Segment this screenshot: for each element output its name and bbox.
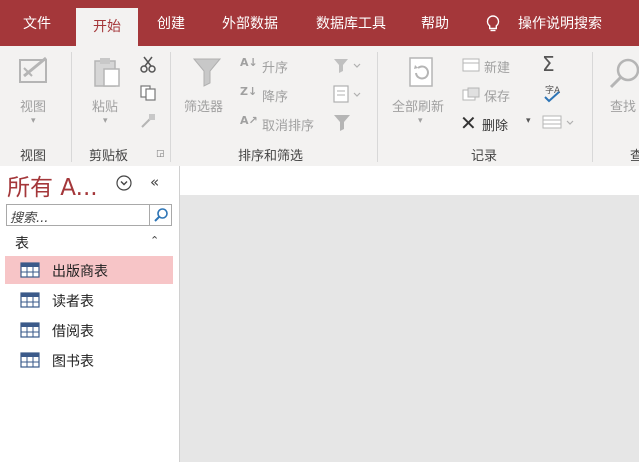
sort-descending-label: 降序 — [262, 90, 289, 105]
group-separator — [592, 52, 593, 162]
advanced-filter-icon[interactable] — [332, 84, 362, 104]
tab-database-tools[interactable]: 数据库工具 — [305, 0, 397, 46]
clipboard-launcher-icon[interactable]: ◲ — [156, 149, 165, 159]
view-label: 视图 — [20, 100, 47, 115]
selection-filter-icon[interactable] — [332, 56, 362, 74]
search-icon — [154, 208, 168, 222]
table-icon — [20, 292, 40, 308]
tab-file[interactable]: 文件 — [8, 0, 66, 46]
find-button[interactable]: 查找 — [604, 52, 639, 138]
refresh-icon — [409, 57, 433, 87]
tell-me-label: 操作说明搜索 — [518, 16, 602, 32]
nav-item-label: 出版商表 — [52, 264, 108, 280]
group-label-view: 视图 — [20, 149, 47, 164]
sort-descending-button[interactable]: Z↓ 降序 — [240, 85, 320, 105]
filter-button[interactable]: 筛选器 — [182, 52, 234, 138]
ribbon-tab-bar: 文件 开始 创建 外部数据 数据库工具 帮助 操作说明搜索 — [0, 0, 639, 46]
cut-icon[interactable] — [139, 56, 157, 74]
refresh-dropdown-icon: ▾ — [418, 116, 423, 126]
find-icon — [609, 58, 639, 89]
navigation-pane: 所有 A... « 搜索... 表 ⌃ 出版商表 读者表 借阅表 图书表 — [0, 166, 180, 462]
group-label-records: 记录 — [471, 149, 498, 164]
nav-item-label: 图书表 — [52, 354, 94, 370]
table-icon — [20, 322, 40, 338]
nav-item-borrow-table[interactable]: 借阅表 — [5, 316, 173, 344]
more-records-icon[interactable] — [542, 114, 576, 130]
delete-record-label: 删除 — [482, 119, 509, 134]
delete-dropdown-icon: ▾ — [526, 116, 531, 126]
totals-icon[interactable]: Σ — [542, 52, 555, 76]
group-label-clipboard: 剪贴板 — [89, 149, 129, 164]
collapse-category-icon[interactable]: ⌃ — [150, 234, 159, 247]
save-icon — [462, 87, 480, 101]
paste-icon — [94, 58, 120, 87]
nav-category-header[interactable]: 表 — [15, 233, 29, 253]
paste-label: 粘贴 — [92, 100, 119, 115]
sort-descending-icon: Z↓ — [240, 85, 258, 98]
nav-search-box[interactable]: 搜索... — [6, 204, 172, 226]
new-record-button[interactable]: 新建 — [462, 56, 522, 76]
nav-item-publisher-table[interactable]: 出版商表 — [5, 256, 173, 284]
table-icon — [20, 262, 40, 278]
paste-button[interactable]: 粘贴 ▾ — [84, 52, 130, 138]
refresh-all-label: 全部刷新 — [392, 100, 445, 115]
tab-home[interactable]: 开始 — [76, 8, 138, 46]
save-record-label: 保存 — [484, 90, 511, 105]
nav-search-button[interactable] — [149, 205, 171, 225]
table-icon — [20, 352, 40, 368]
delete-record-button[interactable]: ✕ 删除 ▾ — [460, 111, 538, 135]
copy-icon[interactable] — [139, 84, 157, 102]
document-tab-strip — [180, 166, 639, 195]
nav-item-label: 读者表 — [52, 294, 94, 310]
new-record-label: 新建 — [484, 61, 511, 76]
filter-label: 筛选器 — [184, 100, 224, 115]
group-label-sort-filter: 排序和筛选 — [238, 149, 304, 164]
view-icon — [19, 56, 47, 83]
lightbulb-icon — [486, 15, 500, 32]
tell-me-search[interactable]: 操作说明搜索 — [480, 0, 630, 46]
nav-search-input[interactable]: 搜索... — [10, 207, 48, 226]
toggle-filter-icon[interactable] — [332, 112, 352, 132]
paste-dropdown-icon: ▾ — [103, 116, 108, 126]
clear-sort-icon: A↗ — [240, 114, 258, 127]
nav-item-book-table[interactable]: 图书表 — [5, 346, 173, 374]
svg-text:字A: 字A — [545, 84, 561, 96]
nav-item-label: 借阅表 — [52, 324, 94, 340]
nav-pane-title[interactable]: 所有 A... — [7, 168, 98, 202]
delete-icon: ✕ — [460, 111, 477, 135]
ribbon: 视图 ▾ 视图 粘贴 ▾ 剪贴板 ◲ 筛选器 A↓ 升序 Z↓ 降序 A↗ 取消… — [0, 46, 639, 167]
clear-sort-label: 取消排序 — [262, 119, 315, 134]
document-workspace — [180, 166, 639, 462]
format-painter-icon[interactable] — [139, 112, 157, 130]
nav-menu-dropdown-icon[interactable] — [116, 175, 132, 191]
sort-ascending-button[interactable]: A↓ 升序 — [240, 56, 320, 76]
group-separator — [377, 52, 378, 162]
sort-ascending-icon: A↓ — [240, 56, 258, 69]
group-label-find: 查 — [630, 149, 639, 164]
tab-create[interactable]: 创建 — [145, 0, 197, 46]
collapse-pane-icon[interactable]: « — [150, 173, 159, 191]
find-label: 查找 — [610, 100, 637, 115]
nav-item-reader-table[interactable]: 读者表 — [5, 286, 173, 314]
save-record-button[interactable]: 保存 — [462, 85, 522, 105]
group-separator — [170, 52, 171, 162]
tab-external-data[interactable]: 外部数据 — [210, 0, 290, 46]
refresh-all-button[interactable]: 全部刷新 ▾ — [388, 52, 454, 138]
spelling-icon[interactable]: 字A — [542, 84, 562, 104]
filter-icon — [192, 58, 222, 87]
clear-sort-button[interactable]: A↗ 取消排序 — [240, 114, 330, 134]
tab-help[interactable]: 帮助 — [410, 0, 460, 46]
sort-ascending-label: 升序 — [262, 61, 289, 76]
group-separator — [71, 52, 72, 162]
new-record-icon — [462, 58, 480, 72]
view-button[interactable]: 视图 ▾ — [10, 52, 62, 138]
view-dropdown-icon: ▾ — [31, 116, 36, 126]
